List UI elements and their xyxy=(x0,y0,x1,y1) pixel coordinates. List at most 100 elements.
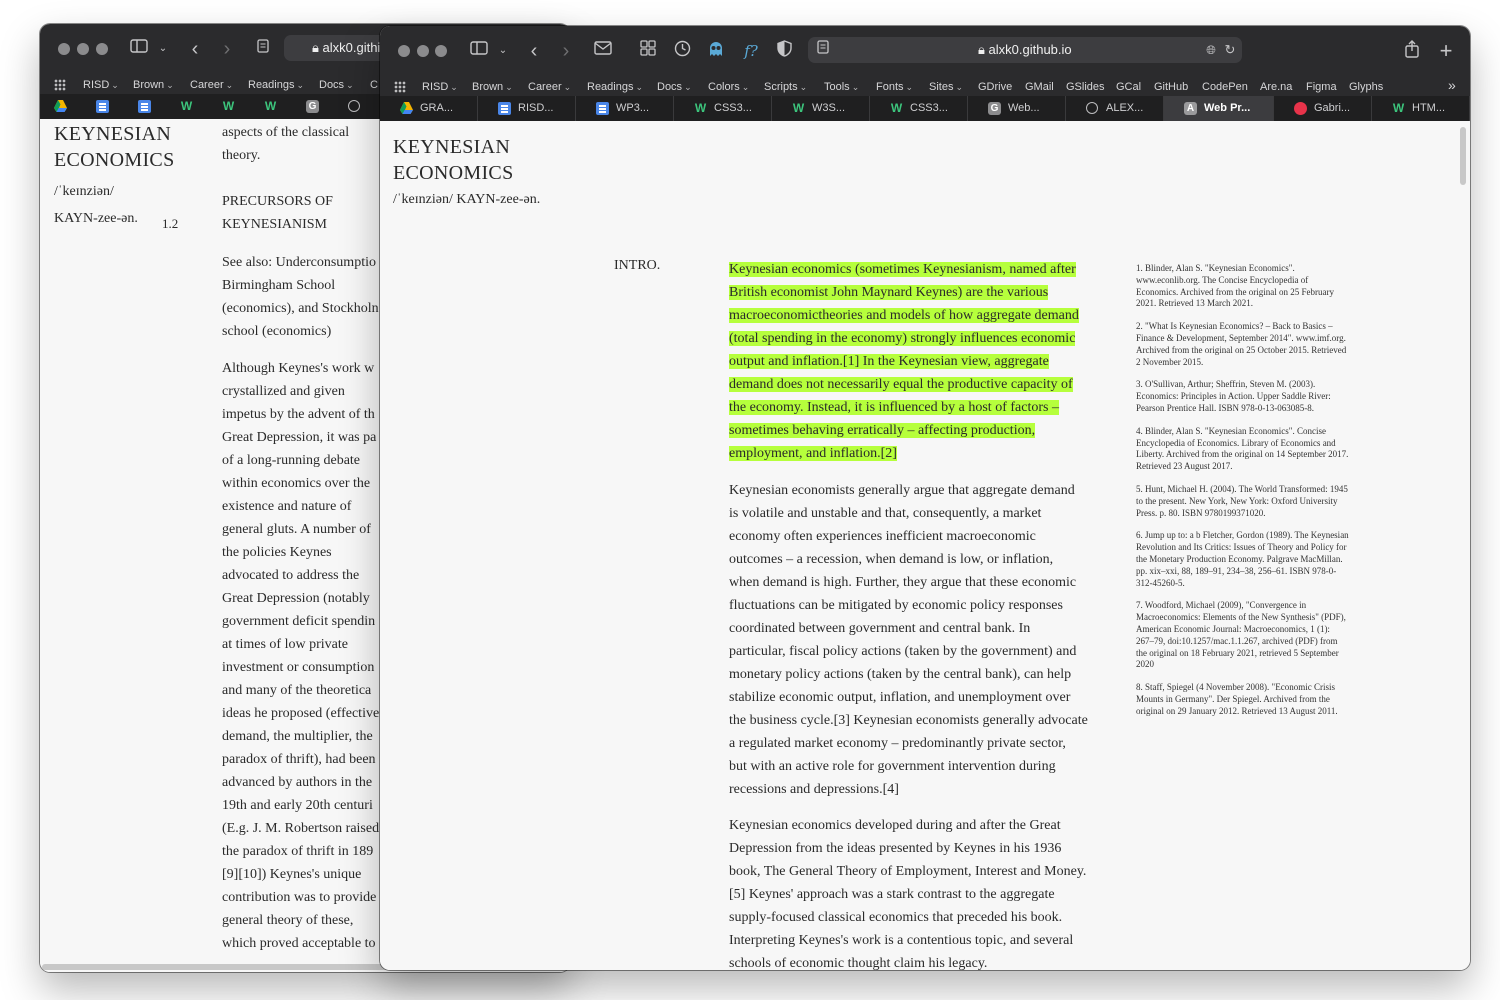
browser-tab[interactable]: W HTM... xyxy=(1372,96,1470,121)
back-arrow-icon[interactable]: ‹ xyxy=(186,38,204,60)
bookmark-item[interactable]: RISD ⌄ xyxy=(83,77,119,93)
back-arrow-icon[interactable]: ‹ xyxy=(525,40,543,62)
bookmark-item[interactable]: GitHub xyxy=(1154,79,1188,95)
text-line: a regulated market economy – predominant… xyxy=(729,736,1066,751)
reference-item[interactable]: 4. Blinder, Alan S. "Keynesian Economics… xyxy=(1136,426,1350,473)
bookmark-item[interactable]: Are.na xyxy=(1260,79,1292,95)
bookmark-item[interactable]: Sites ⌄ xyxy=(929,79,963,95)
browser-tab[interactable]: G Web... xyxy=(968,96,1066,121)
bookmark-item[interactable]: Brown ⌄ xyxy=(133,77,174,93)
browser-tab[interactable]: W CSS3... xyxy=(674,96,772,121)
google-docs-icon[interactable] xyxy=(138,100,151,113)
front-toolbar: ⌄ ‹ › f? 🔒︎ alxk0.github.io 🌐︎ ↻ + » RIS… xyxy=(380,26,1470,121)
browser-tab[interactable]: W CSS3... xyxy=(870,96,968,121)
bookmark-item[interactable]: Career ⌄ xyxy=(190,77,233,93)
bookmark-item[interactable]: Readings ⌄ xyxy=(248,77,304,93)
reference-item[interactable]: 3. O'Sullivan, Arthur; Sheffrin, Steven … xyxy=(1136,379,1350,414)
bookmark-item[interactable]: GDrive xyxy=(978,79,1012,95)
reader-page-icon[interactable] xyxy=(816,39,830,61)
text-line: aspects of the classical xyxy=(222,125,350,140)
reference-item[interactable]: 5. Hunt, Michael H. (2004). The World Tr… xyxy=(1136,484,1350,519)
bookmark-item[interactable]: Readings ⌄ xyxy=(587,79,643,95)
mail-icon[interactable] xyxy=(593,40,613,62)
apps-grid-icon[interactable] xyxy=(54,79,66,91)
sidebar-icon[interactable] xyxy=(468,40,490,62)
bookmark-item[interactable]: GSlides xyxy=(1066,79,1105,95)
forward-arrow-icon[interactable]: › xyxy=(218,38,236,60)
bookmark-item[interactable]: Brown ⌄ xyxy=(472,79,513,95)
w3schools-icon[interactable]: W xyxy=(180,100,193,113)
bookmark-item[interactable]: C xyxy=(370,77,378,93)
text-line: within economics over the xyxy=(222,476,371,491)
function-extension-icon[interactable]: f? xyxy=(740,40,762,62)
minimize-window-button[interactable] xyxy=(417,45,429,57)
reload-icon[interactable]: ↻ xyxy=(1222,39,1238,61)
w3schools-icon[interactable]: W xyxy=(222,100,235,113)
text-line: schools of economic thought claim his le… xyxy=(729,956,988,970)
shield-icon[interactable] xyxy=(774,40,794,62)
minimize-window-button[interactable] xyxy=(77,43,89,55)
browser-tab[interactable]: A Web Pr... xyxy=(1164,96,1274,121)
chevron-down-icon: ⌄ xyxy=(296,80,305,90)
bookmark-item[interactable]: Colors ⌄ xyxy=(708,79,749,95)
bookmark-item[interactable]: Glyphs xyxy=(1349,79,1383,95)
bookmark-item[interactable]: GMail xyxy=(1025,79,1054,95)
g-letter-icon[interactable]: G xyxy=(306,100,319,113)
bookmarks-bar: » RISD ⌄ Brown ⌄ Career ⌄ Readings ⌄ Docs ⌄ Colors… xyxy=(380,76,1470,98)
browser-tab[interactable]: Gabri... xyxy=(1274,96,1372,121)
clock-icon[interactable] xyxy=(672,40,692,62)
browser-tab[interactable]: RISD... xyxy=(478,96,576,121)
text-line: and many of the theoretica xyxy=(222,683,372,698)
bookmark-item[interactable]: Tools ⌄ xyxy=(824,79,859,95)
reference-item[interactable]: 8. Staff, Spiegel (4 November 2008). "Ec… xyxy=(1136,682,1350,717)
bookmark-item[interactable]: Career ⌄ xyxy=(528,79,571,95)
tab-label: Web... xyxy=(1008,102,1040,114)
vertical-scrollbar[interactable] xyxy=(1460,127,1466,185)
bookmark-item[interactable]: Docs ⌄ xyxy=(657,79,692,95)
bookmark-label: GSlides xyxy=(1066,81,1105,93)
tab-label: GRA... xyxy=(420,102,454,114)
w3schools-icon[interactable]: W xyxy=(264,100,277,113)
tab-bar: GRA... RISD... WP3... W CSS3... W W3S... W CSS3.… xyxy=(380,96,1470,121)
translate-icon[interactable]: 🌐︎ xyxy=(1202,39,1220,61)
sidebar-icon[interactable] xyxy=(128,38,150,60)
ghost-extension-icon[interactable] xyxy=(706,40,726,62)
browser-tab[interactable]: GRA... xyxy=(380,96,478,121)
highlighted-text: employment, and inflation.[2] xyxy=(729,446,897,461)
apps-grid-icon[interactable] xyxy=(394,81,406,93)
page-content: KEYNESIAN ECONOMICS /ˈkeɪnziən/ KAYN-zee… xyxy=(380,121,1470,970)
forward-arrow-icon[interactable]: › xyxy=(557,40,575,62)
chevron-down-icon[interactable]: ⌄ xyxy=(496,40,510,62)
bookmark-item[interactable]: Figma xyxy=(1306,79,1337,95)
close-window-button[interactable] xyxy=(58,43,70,55)
google-docs-icon[interactable] xyxy=(96,100,109,113)
bookmark-item[interactable]: GCal xyxy=(1116,79,1141,95)
reference-item[interactable]: 6. Jump up to: a b Fletcher, Gordon (198… xyxy=(1136,530,1350,589)
chevron-down-icon: ⌄ xyxy=(741,82,750,92)
reference-item[interactable]: 2. "What Is Keynesian Economics? – Back … xyxy=(1136,321,1350,368)
foreground-browser-window[interactable]: ⌄ ‹ › f? 🔒︎ alxk0.github.io 🌐︎ ↻ + » RIS… xyxy=(380,26,1470,970)
share-icon[interactable] xyxy=(1402,40,1422,62)
grid-extension-icon[interactable] xyxy=(638,40,658,62)
bookmark-item[interactable]: CodePen xyxy=(1202,79,1248,95)
reference-item[interactable]: 7. Woodford, Michael (2009), "Convergenc… xyxy=(1136,600,1350,671)
text-line: crystallized and given xyxy=(222,384,345,399)
bookmarks-overflow-icon[interactable]: » xyxy=(1448,77,1456,93)
reader-page-icon[interactable] xyxy=(254,38,272,60)
browser-tab[interactable]: W W3S... xyxy=(772,96,870,121)
bookmark-item[interactable]: Docs ⌄ xyxy=(319,77,354,93)
zoom-window-button[interactable] xyxy=(96,43,108,55)
chevron-down-icon[interactable]: ⌄ xyxy=(156,38,170,60)
zoom-window-button[interactable] xyxy=(435,45,447,57)
close-window-button[interactable] xyxy=(398,45,410,57)
bookmark-item[interactable]: Fonts ⌄ xyxy=(876,79,913,95)
browser-tab[interactable]: ALEX... xyxy=(1066,96,1164,121)
bookmark-item[interactable]: RISD ⌄ xyxy=(422,79,458,95)
url-bar[interactable]: 🔒︎ alxk0.github.io 🌐︎ ↻ xyxy=(808,37,1242,63)
bookmark-item[interactable]: Scripts ⌄ xyxy=(764,79,807,95)
compass-icon[interactable] xyxy=(348,100,360,112)
browser-tab[interactable]: WP3... xyxy=(576,96,674,121)
new-tab-plus-icon[interactable]: + xyxy=(1436,40,1456,62)
reference-item[interactable]: 1. Blinder, Alan S. "Keynesian Economics… xyxy=(1136,263,1350,310)
google-drive-icon[interactable] xyxy=(54,100,67,113)
